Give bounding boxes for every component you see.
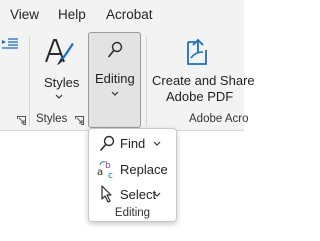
chevron-down-icon: [55, 94, 63, 99]
svg-text:b: b: [105, 161, 111, 171]
replace-icon: a b c: [97, 161, 113, 179]
share-pdf-icon: [187, 38, 207, 65]
select-menu-item[interactable]: Select: [89, 182, 176, 206]
find-label: Find: [120, 136, 146, 151]
styles-dialog-launcher-icon[interactable]: [75, 116, 84, 125]
styles-button[interactable]: Styles: [34, 34, 84, 106]
chevron-down-icon: [153, 141, 161, 146]
svg-text:c: c: [108, 171, 113, 179]
search-icon: [99, 135, 115, 152]
group-separator: [29, 36, 30, 126]
editing-dropdown: Find a b c Replace Select Editing: [88, 128, 177, 222]
replace-label: Replace: [120, 162, 168, 177]
create-share-label-line2: Adobe PDF: [166, 89, 234, 104]
select-label: Select: [120, 187, 157, 202]
chevron-down-icon: [153, 192, 161, 197]
editing-button[interactable]: Editing: [88, 32, 141, 128]
replace-menu-item[interactable]: a b c Replace: [89, 157, 176, 181]
group-separator: [146, 36, 147, 126]
menu-bar: View Help Acrobat: [0, 0, 244, 30]
menu-acrobat[interactable]: Acrobat: [106, 7, 153, 22]
editing-group-label: Editing: [114, 207, 151, 219]
paragraph-dialog-launcher-icon[interactable]: [17, 116, 26, 125]
svg-text:a: a: [97, 167, 103, 178]
editing-label: Editing: [95, 71, 135, 86]
paragraph-indent-icon[interactable]: [2, 38, 18, 50]
create-share-label-line1: Create and Share: [152, 73, 255, 88]
create-share-adobe-pdf-button[interactable]: Create and Share Adobe PDF: [150, 34, 255, 106]
ribbon: Styles Styles Editing Create and Share A…: [0, 30, 255, 131]
menu-view[interactable]: View: [10, 7, 39, 22]
styles-icon: [45, 39, 74, 65]
chevron-down-icon: [111, 91, 119, 96]
styles-label: Styles: [44, 75, 80, 90]
cursor-icon: [101, 185, 112, 203]
search-icon: [107, 41, 123, 58]
styles-group-label: Styles: [36, 113, 68, 125]
acrobat-group-label: Adobe Acro: [189, 113, 249, 125]
find-menu-item[interactable]: Find: [89, 131, 176, 155]
menu-help[interactable]: Help: [58, 7, 86, 22]
